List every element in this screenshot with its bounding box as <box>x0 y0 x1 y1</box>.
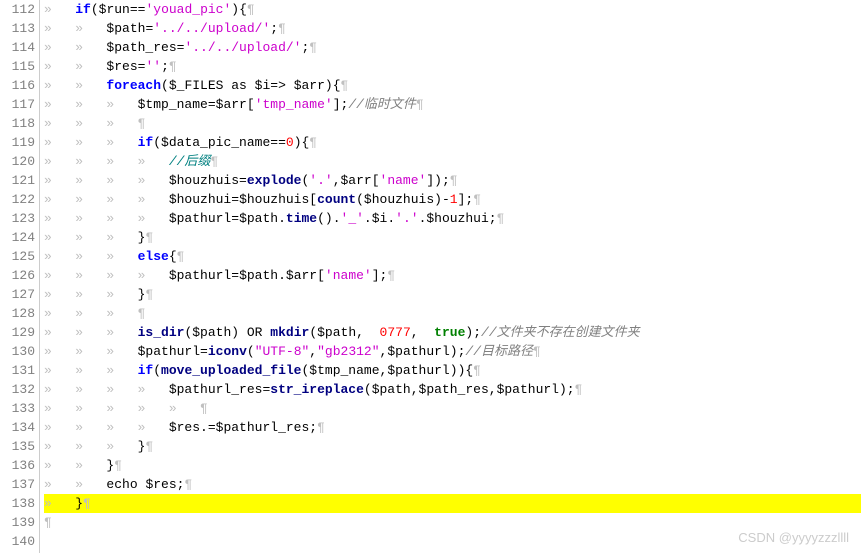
line-number: 126 <box>0 266 35 285</box>
code-line[interactable]: » » foreach($_FILES as $i=> $arr){¶ <box>44 76 861 95</box>
line-number: 134 <box>0 418 35 437</box>
line-number: 115 <box>0 57 35 76</box>
code-line[interactable]: » » » else{¶ <box>44 247 861 266</box>
code-line[interactable]: » » » » $pathurl_res=str_ireplace($path,… <box>44 380 861 399</box>
code-line[interactable]: » » » » $res.=$pathurl_res;¶ <box>44 418 861 437</box>
code-line[interactable]: » » echo $res;¶ <box>44 475 861 494</box>
code-line-highlighted[interactable]: » }¶ <box>44 494 861 513</box>
line-number: 130 <box>0 342 35 361</box>
line-number: 140 <box>0 532 35 551</box>
line-number: 118 <box>0 114 35 133</box>
line-number: 119 <box>0 133 35 152</box>
line-number: 128 <box>0 304 35 323</box>
code-line[interactable]: » » $res='';¶ <box>44 57 861 76</box>
code-line[interactable]: » » » » $pathurl=$path.$arr['name'];¶ <box>44 266 861 285</box>
code-area[interactable]: » if($run=='youad_pic'){¶ » » $path='../… <box>40 0 861 553</box>
code-line[interactable]: » » » ¶ <box>44 114 861 133</box>
line-number-gutter: 1121131141151161171181191201211221231241… <box>0 0 40 553</box>
line-number: 131 <box>0 361 35 380</box>
code-line[interactable]: » » » » » ¶ <box>44 399 861 418</box>
code-line[interactable]: » » » ¶ <box>44 304 861 323</box>
line-number: 129 <box>0 323 35 342</box>
code-line[interactable]: » » » » //后缀¶ <box>44 152 861 171</box>
code-line[interactable]: » » » if($data_pic_name==0){¶ <box>44 133 861 152</box>
code-editor[interactable]: 1121131141151161171181191201211221231241… <box>0 0 861 553</box>
line-number: 123 <box>0 209 35 228</box>
code-line[interactable]: » » » » $houzhuis=explode('.',$arr['name… <box>44 171 861 190</box>
line-number: 136 <box>0 456 35 475</box>
line-number: 132 <box>0 380 35 399</box>
line-number: 137 <box>0 475 35 494</box>
code-line[interactable]: » » $path='../../upload/';¶ <box>44 19 861 38</box>
watermark: CSDN @yyyyzzzllll <box>738 530 849 545</box>
code-line[interactable]: » » }¶ <box>44 456 861 475</box>
code-line[interactable]: » » » $pathurl=iconv("UTF-8","gb2312",$p… <box>44 342 861 361</box>
line-number: 114 <box>0 38 35 57</box>
line-number: 127 <box>0 285 35 304</box>
code-line[interactable]: » » $path_res='../../upload/';¶ <box>44 38 861 57</box>
line-number: 125 <box>0 247 35 266</box>
code-line[interactable]: » » » » $pathurl=$path.time().'_'.$i.'.'… <box>44 209 861 228</box>
line-number: 138 <box>0 494 35 513</box>
code-line[interactable]: » » » is_dir($path) OR mkdir($path, 0777… <box>44 323 861 342</box>
code-line[interactable]: » if($run=='youad_pic'){¶ <box>44 0 861 19</box>
line-number: 122 <box>0 190 35 209</box>
line-number: 139 <box>0 513 35 532</box>
line-number: 133 <box>0 399 35 418</box>
line-number: 117 <box>0 95 35 114</box>
code-line[interactable]: » » » }¶ <box>44 285 861 304</box>
line-number: 124 <box>0 228 35 247</box>
code-line[interactable]: » » » }¶ <box>44 228 861 247</box>
line-number: 112 <box>0 0 35 19</box>
code-line[interactable]: » » » if(move_uploaded_file($tmp_name,$p… <box>44 361 861 380</box>
line-number: 120 <box>0 152 35 171</box>
code-line[interactable]: » » » }¶ <box>44 437 861 456</box>
code-line[interactable]: » » » » $houzhui=$houzhuis[count($houzhu… <box>44 190 861 209</box>
line-number: 135 <box>0 437 35 456</box>
code-line[interactable]: » » » $tmp_name=$arr['tmp_name'];//临时文件¶ <box>44 95 861 114</box>
line-number: 113 <box>0 19 35 38</box>
line-number: 116 <box>0 76 35 95</box>
line-number: 121 <box>0 171 35 190</box>
